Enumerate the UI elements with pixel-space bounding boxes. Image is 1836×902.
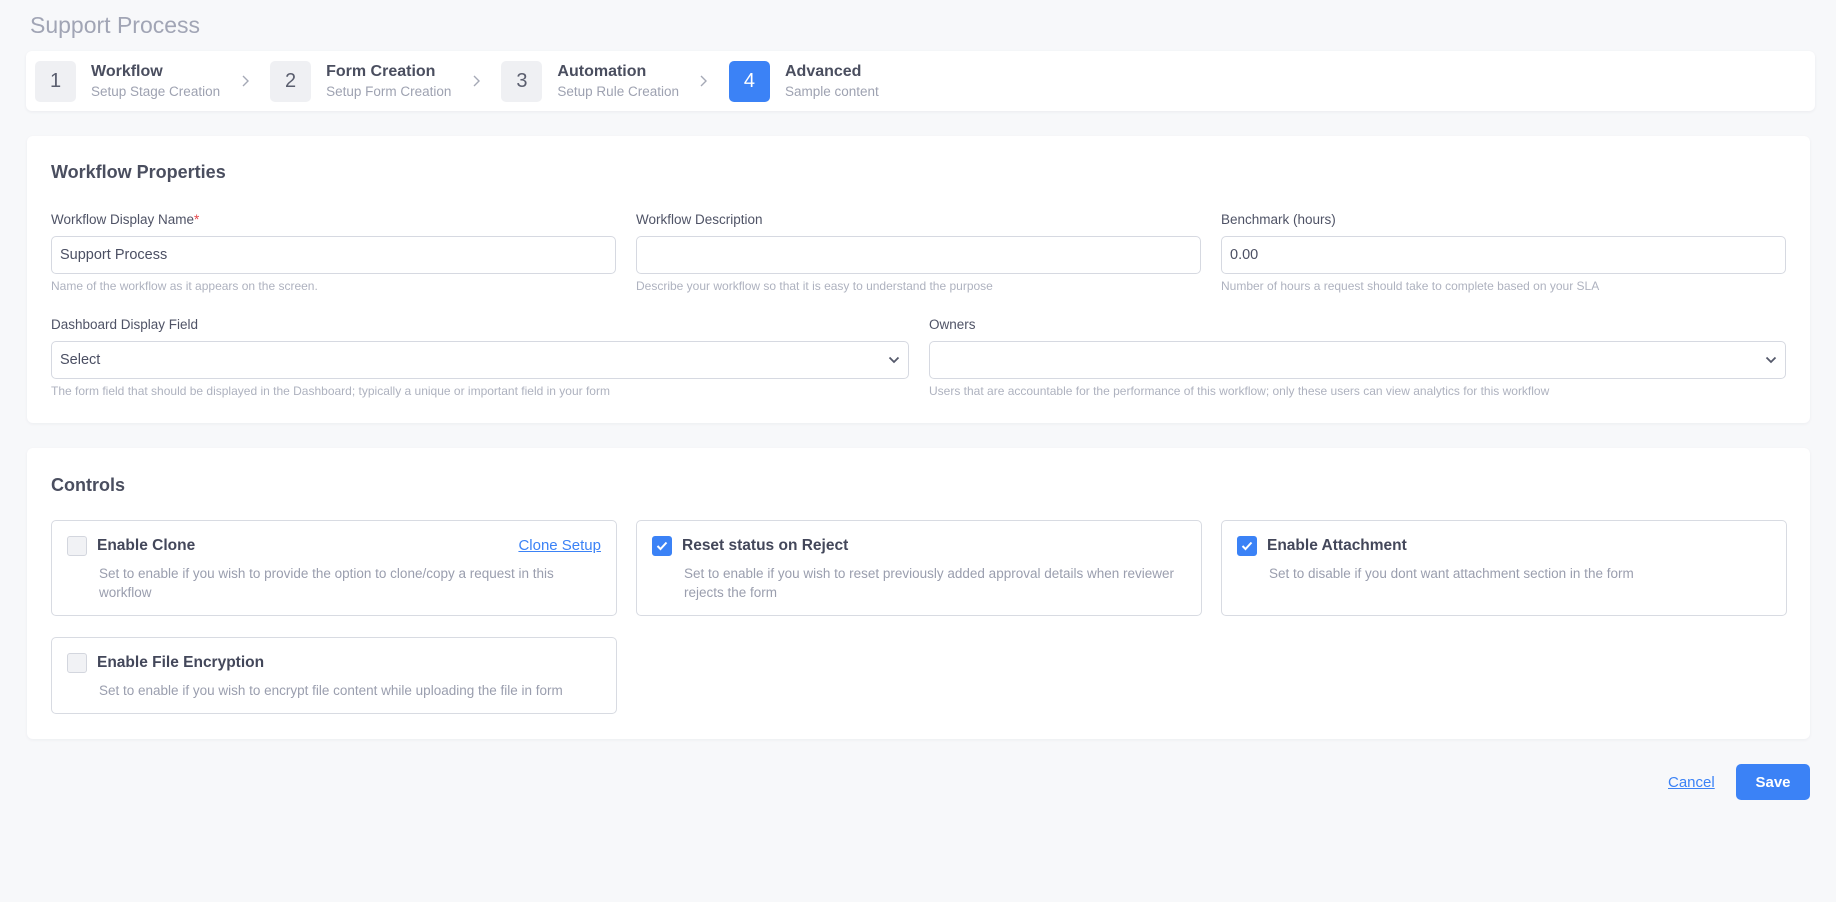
- control-title: Enable Clone: [97, 537, 196, 554]
- step-subtitle: Sample content: [784, 83, 879, 99]
- enable-clone-checkbox[interactable]: [67, 536, 87, 556]
- step-number: 2: [270, 60, 312, 102]
- reset-status-checkbox[interactable]: [652, 536, 672, 556]
- chevron-right-icon: [239, 75, 251, 87]
- section-title: Workflow Properties: [51, 162, 226, 182]
- step-number-active: 4: [728, 60, 770, 102]
- control-description: Set to enable if you wish to provide the…: [99, 566, 554, 600]
- step-subtitle: Setup Stage Creation: [91, 83, 221, 99]
- chevron-down-icon: [1765, 352, 1777, 368]
- control-description: Set to enable if you wish to encrypt fil…: [99, 683, 563, 698]
- step-title: Workflow: [91, 62, 163, 80]
- control-description: Set to enable if you wish to reset previ…: [684, 566, 1175, 600]
- step-number: 1: [35, 60, 76, 102]
- field-label: Workflow Description: [636, 212, 763, 227]
- file-encryption-checkbox[interactable]: [67, 653, 87, 673]
- owners-select[interactable]: [929, 341, 1786, 379]
- enable-attachment-checkbox[interactable]: [1237, 536, 1257, 556]
- step-title: Automation: [557, 62, 647, 80]
- field-help: Number of hours a request should take to…: [1221, 279, 1600, 293]
- control-enable-clone: Enable Clone Clone Setup Set to enable i…: [51, 520, 617, 616]
- control-title: Reset status on Reject: [682, 537, 849, 554]
- benchmark-field: Benchmark (hours) 0.00 Number of hours a…: [1221, 212, 1786, 293]
- section-title: Controls: [51, 475, 125, 495]
- control-title: Enable File Encryption: [97, 654, 265, 671]
- step-form-creation[interactable]: 2 Form Creation Setup Form Creation: [270, 60, 452, 102]
- chevron-down-icon: [888, 352, 900, 368]
- check-icon: [1241, 541, 1253, 551]
- field-label: Workflow Display Name*: [51, 212, 200, 227]
- step-advanced[interactable]: 4 Advanced Sample content: [728, 60, 879, 102]
- owners-field: Owners Users that are accountable for th…: [929, 317, 1786, 398]
- step-automation[interactable]: 3 Automation Setup Rule Creation: [501, 60, 679, 102]
- step-title: Advanced: [784, 62, 862, 80]
- field-help: Users that are accountable for the perfo…: [929, 384, 1550, 398]
- chevron-right-icon: [698, 75, 710, 87]
- check-icon: [656, 541, 668, 551]
- description-field: Workflow Description Describe your workf…: [636, 212, 1201, 293]
- field-help: The form field that should be displayed …: [51, 384, 610, 398]
- control-description: Set to disable if you dont want attachme…: [1269, 566, 1634, 581]
- field-label: Benchmark (hours): [1221, 212, 1336, 227]
- step-workflow[interactable]: 1 Workflow Setup Stage Creation: [35, 60, 221, 102]
- step-subtitle: Setup Rule Creation: [557, 83, 679, 99]
- chevron-right-icon: [470, 75, 482, 87]
- description-input[interactable]: [636, 236, 1201, 274]
- field-label: Dashboard Display Field: [51, 317, 199, 332]
- field-label: Owners: [929, 317, 976, 332]
- clone-setup-link[interactable]: Clone Setup: [518, 537, 601, 554]
- page-title: Support Process: [30, 12, 201, 38]
- wizard-stepper: 1 Workflow Setup Stage Creation 2 Form C…: [26, 51, 1815, 111]
- controls-card: Controls Enable Clone Clone Setup Set to…: [27, 448, 1810, 739]
- control-title: Enable Attachment: [1267, 537, 1407, 554]
- step-title: Form Creation: [326, 62, 436, 80]
- control-reset-status: Reset status on Reject Set to enable if …: [636, 520, 1202, 616]
- display-name-field: Workflow Display Name* Support Process N…: [51, 212, 616, 293]
- required-mark: *: [194, 212, 200, 227]
- field-help: Describe your workflow so that it is eas…: [636, 279, 993, 293]
- dashboard-field-select[interactable]: Select: [51, 341, 909, 379]
- workflow-properties-card: Workflow Properties Workflow Display Nam…: [27, 136, 1810, 423]
- field-help: Name of the workflow as it appears on th…: [51, 279, 318, 293]
- benchmark-input[interactable]: 0.00: [1221, 236, 1786, 274]
- step-subtitle: Setup Form Creation: [326, 83, 452, 99]
- step-number: 3: [501, 60, 543, 102]
- dashboard-display-field: Dashboard Display Field Select The form …: [51, 317, 909, 398]
- control-enable-attachment: Enable Attachment Set to disable if you …: [1221, 520, 1787, 616]
- cancel-link[interactable]: Cancel: [1668, 774, 1715, 791]
- control-file-encryption: Enable File Encryption Set to enable if …: [51, 637, 617, 714]
- display-name-input[interactable]: Support Process: [51, 236, 616, 274]
- save-button[interactable]: Save: [1736, 764, 1810, 800]
